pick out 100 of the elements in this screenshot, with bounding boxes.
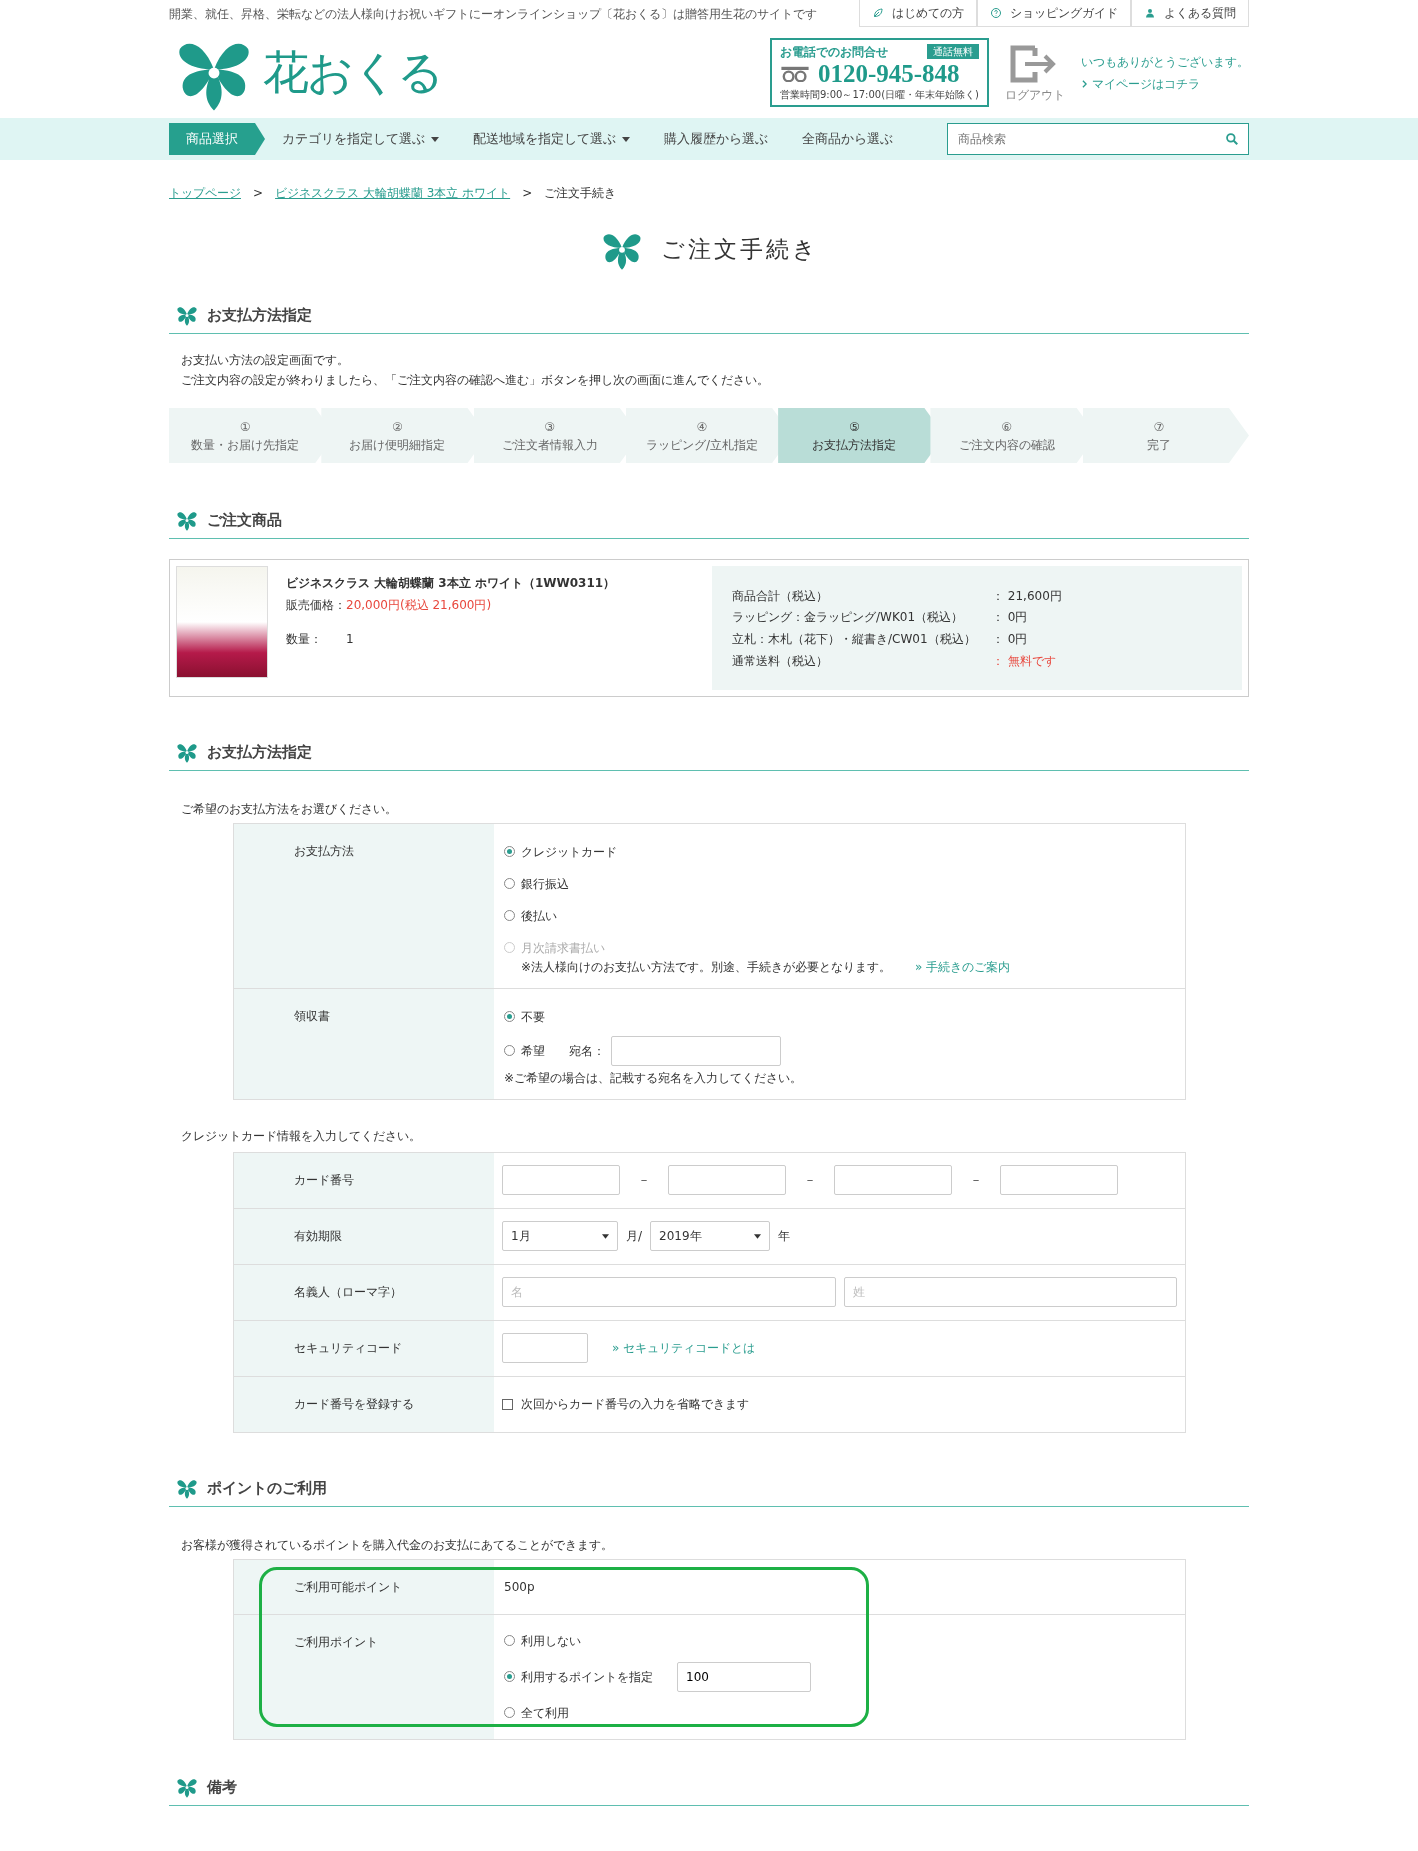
leaf-icon <box>872 7 884 19</box>
field-label: ご利用可能ポイント <box>234 1559 494 1614</box>
phone-number: 0120-945-848 <box>817 60 960 88</box>
checkbox[interactable] <box>502 1398 513 1410</box>
card-instruction: クレジットカード情報を入力してください。 <box>180 1127 422 1145</box>
option-label: 不要 <box>521 1008 545 1026</box>
radio-button[interactable] <box>504 1045 515 1057</box>
breadcrumb-link[interactable]: ビジネスクラス 大輪胡蝶蘭 3本立 ホワイト <box>275 184 511 222</box>
chevron-icon <box>1081 79 1088 88</box>
dash-separator: － <box>638 1172 650 1190</box>
tagline-text: 開業、就任、昇格、栄転などの法人様向けお祝いギフトにーオンラインショップ〔花おくる〕は贈答用生花のサイトです <box>169 5 817 23</box>
card-number-field[interactable] <box>668 1165 786 1196</box>
summary-value: ： 21,600円 <box>992 587 1063 605</box>
field-label: カード番号を登録する <box>234 1376 494 1432</box>
security-code-field[interactable] <box>502 1333 588 1364</box>
field-label: 領収書 <box>234 988 494 1099</box>
header-link[interactable]: はじめての方 <box>859 0 977 27</box>
option-label: クレジットカード <box>521 843 617 861</box>
quantity-value: 1 <box>346 630 354 648</box>
dash-separator: － <box>970 1172 982 1190</box>
radio-button[interactable] <box>504 910 515 922</box>
option-label: 利用しない <box>521 1632 581 1650</box>
nav-item[interactable]: 配送地域を指定して選ぶ <box>456 123 647 155</box>
points-amount-field[interactable]: 100 <box>677 1661 811 1692</box>
quantity-label: 数量： <box>286 630 322 648</box>
question-icon <box>990 7 1002 19</box>
radio-button[interactable] <box>504 1635 515 1647</box>
field-label: 名義人（ローマ字） <box>234 1264 494 1320</box>
card-number-field[interactable] <box>502 1165 620 1196</box>
radio-button[interactable] <box>504 846 515 858</box>
progress-step: ⑦ 完了 <box>1082 408 1249 464</box>
field-label: カード番号 <box>234 1152 494 1208</box>
field-label: 宛名： <box>569 1042 605 1060</box>
checkbox-label: 次回からカード番号の入力を省略できます <box>521 1396 749 1414</box>
business-hours: 営業時間9:00～17:00(日曜・年末年始除く) <box>779 88 979 103</box>
name-field[interactable]: 名 <box>502 1277 836 1308</box>
intro-text: お支払い方法の設定画面です。 <box>181 351 350 369</box>
mypage-link[interactable]: マイページはコチラ <box>1081 74 1249 93</box>
section-heading: お支払方法指定 <box>207 305 312 327</box>
radio-button[interactable] <box>504 1011 515 1023</box>
summary-value: ： 0円 <box>992 631 1029 649</box>
field-label: セキュリティコード <box>234 1320 494 1376</box>
phone-title: お電話でのお問合せ <box>779 43 888 61</box>
field-label: 有効期限 <box>234 1208 494 1264</box>
name-field[interactable]: 姓 <box>843 1277 1177 1308</box>
security-code-link[interactable]: » セキュリティコードとは <box>612 1339 756 1358</box>
section-heading: お支払方法指定 <box>207 742 312 763</box>
intro-text: ご注文内容の設定が終わりましたら、「ご注文内容の確認へ進む」ボタンを押し次の画面に進んでください。 <box>181 371 770 389</box>
summary-label: ラッピング：金ラッピング/WK01（税込） <box>732 609 964 627</box>
payment-instruction: ご希望のお支払方法をお選びください。 <box>180 800 398 818</box>
field-label: ご利用ポイント <box>234 1614 494 1739</box>
nav-item[interactable]: カテゴリを指定して選ぶ <box>265 123 456 155</box>
orchid-icon <box>175 304 199 327</box>
breadcrumb-link[interactable]: トップページ <box>169 184 241 222</box>
caret-icon <box>754 1233 762 1239</box>
greeting-text: いつもありがとうございます。 <box>1081 53 1249 71</box>
breadcrumb-separator: > <box>253 185 264 202</box>
search-field[interactable]: 商品検索 <box>947 123 1249 155</box>
recipient-name-field[interactable] <box>611 1035 781 1066</box>
price-value: 20,000円(税込 21,600円) <box>346 596 492 614</box>
month-select[interactable]: 1月 <box>502 1221 618 1252</box>
year-select[interactable]: 2019年 <box>650 1221 771 1252</box>
nav-item[interactable]: 全商品から選ぶ <box>785 123 910 155</box>
option-label: 利用するポイントを指定 <box>521 1668 653 1686</box>
caret-icon <box>431 136 439 142</box>
option-label: 銀行振込 <box>521 875 569 893</box>
unit-label: 月/ <box>626 1228 643 1246</box>
summary-value: ： 0円 <box>992 609 1029 627</box>
field-label: お支払方法 <box>234 823 494 988</box>
radio-button[interactable] <box>504 1671 515 1683</box>
header-link[interactable]: よくある質問 <box>1131 0 1249 27</box>
note-text: ※法人様向けのお支払い方法です。別途、手続きが必要となります。 <box>521 958 892 976</box>
header-link[interactable]: ショッピングガイド <box>977 0 1131 27</box>
points-value: 500p <box>504 1579 535 1594</box>
person-icon <box>1144 7 1156 19</box>
search-icon <box>1225 132 1239 146</box>
dash-separator: － <box>804 1172 816 1190</box>
radio-button[interactable] <box>504 878 515 890</box>
nav-item[interactable]: 購入履歴から選ぶ <box>647 123 785 155</box>
option-label: 希望 <box>521 1042 545 1060</box>
points-instruction: お客様が獲得されているポイントを購入代金のお支払にあてることができます。 <box>180 1536 614 1554</box>
caret-icon <box>602 1233 609 1239</box>
summary-label: 商品合計（税込） <box>732 587 828 605</box>
free-dial-icon <box>779 66 810 82</box>
guide-link[interactable]: » 手続きのご案内 <box>915 957 1011 976</box>
caret-icon <box>622 136 630 142</box>
unit-label: 年 <box>778 1228 791 1246</box>
option-label: 全て利用 <box>521 1704 569 1722</box>
orchid-icon <box>175 509 199 532</box>
logout-link[interactable]: ログアウト <box>1005 41 1065 104</box>
card-number-field[interactable] <box>1000 1165 1118 1196</box>
free-call-badge: 通話無料 <box>927 44 979 60</box>
option-label: 後払い <box>521 907 557 925</box>
note-text: ※ご希望の場合は、記載する宛名を入力してください。 <box>504 1069 804 1087</box>
card-number-field[interactable] <box>834 1165 952 1196</box>
summary-label: 通常送料（税込） <box>732 652 828 670</box>
section-heading: ポイントのご利用 <box>207 1478 327 1500</box>
product-name: ビジネスクラス 大輪胡蝶蘭 3本立 ホワイト（1WW0311） <box>286 574 616 592</box>
radio-button[interactable] <box>504 1707 515 1719</box>
logo-text: 花おくる <box>263 44 442 101</box>
